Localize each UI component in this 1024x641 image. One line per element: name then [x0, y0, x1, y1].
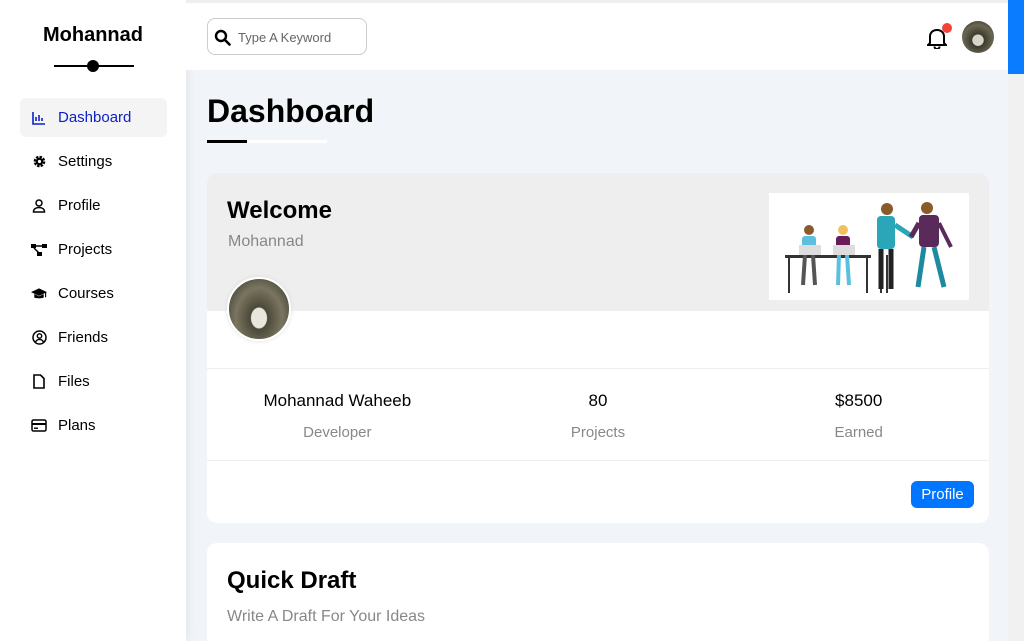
page-title-underline — [207, 140, 327, 143]
sidebar-item-label: Settings — [58, 153, 113, 170]
sidebar-item-files[interactable]: Files — [20, 362, 167, 401]
sidebar-item-friends[interactable]: Friends — [20, 318, 167, 357]
welcome-name: Mohannad — [228, 233, 304, 250]
credit-card-icon — [31, 418, 47, 434]
stat-label: Developer — [303, 424, 372, 441]
sidebar-item-projects[interactable]: Projects — [20, 230, 167, 269]
search-input[interactable] — [238, 25, 360, 49]
stat-label: Earned — [834, 424, 883, 441]
welcome-heading: Welcome — [227, 197, 332, 224]
sidebar-item-label: Dashboard — [58, 109, 132, 126]
search-box — [207, 18, 367, 55]
quick-draft-title: Quick Draft — [227, 567, 357, 594]
team-illustration — [769, 193, 969, 300]
profile-stats: Mohannad Waheeb Developer 80 Projects $8… — [207, 368, 989, 461]
user-circle-icon — [31, 330, 47, 346]
sidebar-item-label: Courses — [58, 285, 114, 302]
scrollbar-thumb[interactable] — [1008, 0, 1024, 74]
stat-projects: 80 Projects — [468, 369, 729, 460]
scrollbar[interactable] — [1008, 0, 1024, 641]
diagram-icon — [31, 242, 47, 258]
sidebar-item-settings[interactable]: Settings — [20, 142, 167, 181]
sidebar-item-label: Plans — [58, 417, 96, 434]
sidebar-item-profile[interactable]: Profile — [20, 186, 167, 225]
sidebar-item-plans[interactable]: Plans — [20, 406, 167, 445]
gear-icon — [31, 154, 47, 170]
user-icon — [31, 198, 47, 214]
welcome-card: Welcome Mohannad Mohannad Waheeb Develop… — [207, 173, 989, 523]
search-icon — [214, 29, 231, 51]
page-title: Dashboard — [207, 93, 375, 129]
welcome-banner: Welcome Mohannad — [207, 173, 989, 311]
graduation-cap-icon — [31, 286, 47, 302]
profile-avatar — [227, 277, 291, 341]
brand-divider-dot — [87, 60, 99, 72]
stat-value: Mohannad Waheeb — [263, 391, 412, 410]
sidebar-item-label: Projects — [58, 241, 113, 258]
sidebar-nav: Dashboard Settings Profile Projects Cour… — [20, 98, 167, 450]
sidebar-item-courses[interactable]: Courses — [20, 274, 167, 313]
sidebar-item-label: Profile — [58, 197, 101, 214]
quick-draft-card: Quick Draft Write A Draft For Your Ideas — [207, 543, 989, 641]
stat-earned: $8500 Earned — [728, 369, 989, 460]
stat-value: $8500 — [835, 391, 883, 410]
sidebar-item-label: Friends — [58, 329, 109, 346]
avatar[interactable] — [962, 21, 994, 53]
sidebar-item-label: Files — [58, 373, 90, 390]
notification-badge — [942, 23, 952, 33]
brand-title: Mohannad — [43, 24, 143, 46]
quick-draft-subtitle: Write A Draft For Your Ideas — [227, 608, 426, 625]
file-icon — [31, 374, 47, 390]
chart-icon — [31, 110, 47, 126]
stat-label: Projects — [570, 424, 626, 441]
sidebar-item-dashboard[interactable]: Dashboard — [20, 98, 167, 137]
stat-value: 80 — [588, 391, 608, 410]
stat-name: Mohannad Waheeb Developer — [207, 369, 468, 460]
top-header — [186, 0, 1008, 70]
sidebar: Mohannad Dashboard Settings Profile Proj… — [0, 0, 186, 641]
profile-button[interactable]: Profile — [911, 481, 974, 508]
